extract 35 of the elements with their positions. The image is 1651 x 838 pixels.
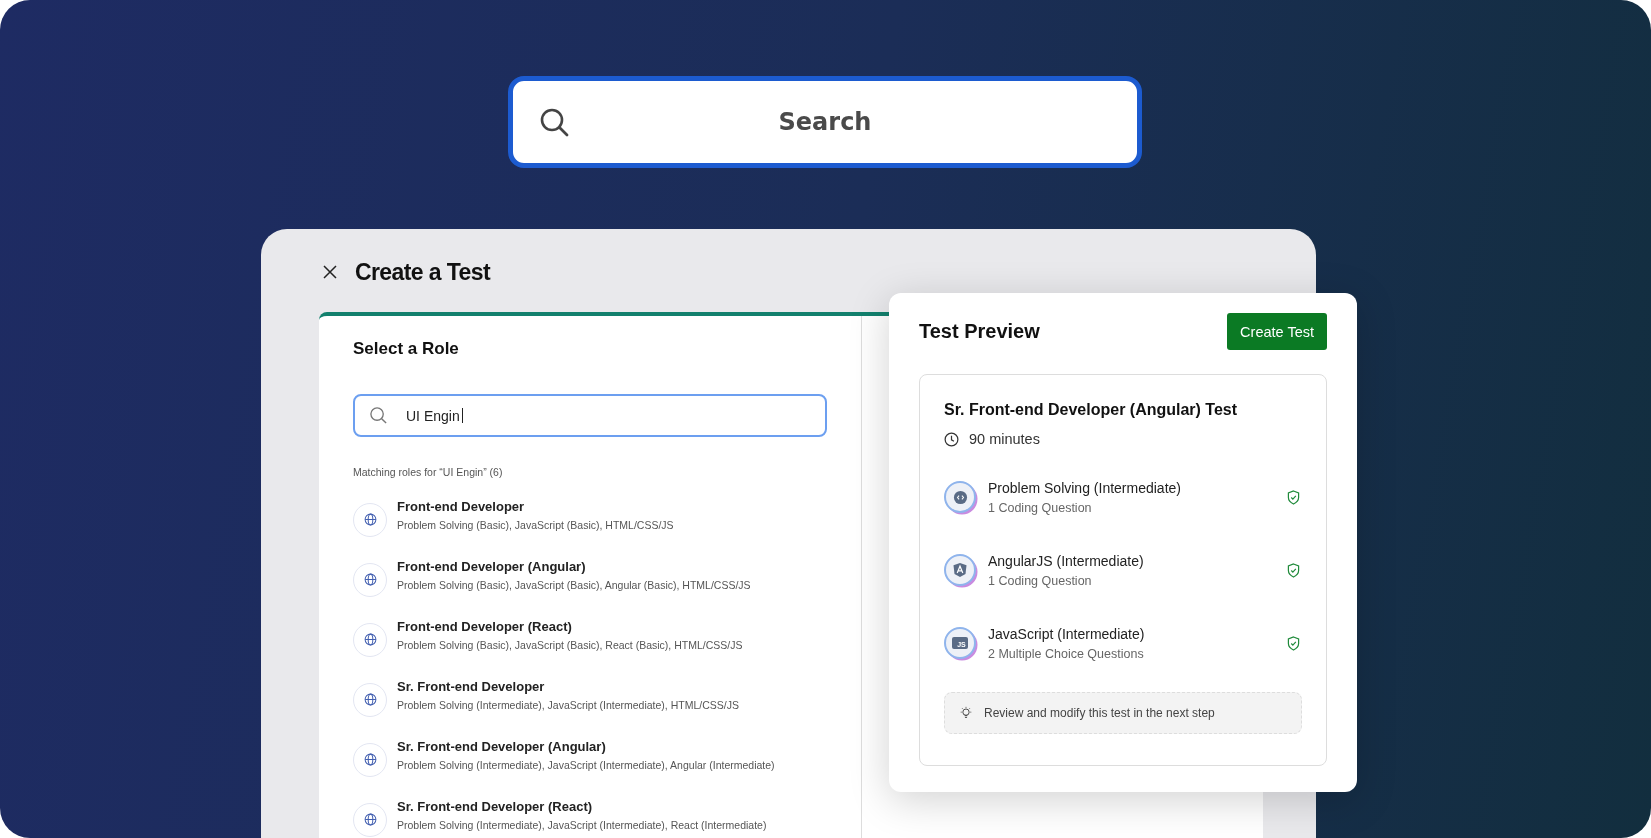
- role-search-field[interactable]: UI Engin: [353, 394, 827, 437]
- role-skills: Problem Solving (Basic), JavaScript (Basic), React (Basic), HTML/CSS/JS: [397, 638, 743, 651]
- modal-title: Create a Test: [355, 258, 490, 286]
- search-field[interactable]: Search: [508, 76, 1142, 168]
- role-title[interactable]: Sr. Front-end Developer (React): [397, 798, 767, 814]
- create-test-button[interactable]: Create Test: [1227, 313, 1327, 350]
- role-title[interactable]: Sr. Front-end Developer: [397, 678, 739, 694]
- preview-title: Test Preview: [919, 320, 1040, 343]
- section-name: AngularJS (Intermediate): [988, 552, 1145, 569]
- role-title[interactable]: Front-end Developer (React): [397, 618, 743, 634]
- section-name: JavaScript (Intermediate): [988, 625, 1146, 642]
- test-name: Sr. Front-end Developer (Angular) Test: [944, 401, 1239, 419]
- role-skills: Problem Solving (Basic), JavaScript (Basic), Angular (Basic), HTML/CSS/JS: [397, 578, 751, 591]
- angular-icon: [944, 554, 976, 586]
- section-name: Problem Solving (Intermediate): [988, 479, 1182, 496]
- section-detail: 1 Coding Question: [988, 500, 1093, 515]
- search-icon: [369, 406, 388, 425]
- role-skills: Problem Solving (Basic), JavaScript (Basic), HTML/CSS/JS: [397, 518, 674, 531]
- role-skills: Problem Solving (Intermediate), JavaScript (Intermediate), HTML/CSS/JS: [397, 698, 739, 711]
- clock-icon: [944, 431, 959, 447]
- section-detail: 1 Coding Question: [988, 573, 1093, 588]
- tip-text: Review and modify this test in the next step: [984, 706, 1215, 720]
- close-icon[interactable]: [323, 265, 337, 279]
- role-title[interactable]: Sr. Front-end Developer (Angular): [397, 738, 775, 754]
- section-detail: 2 Multiple Choice Questions: [988, 646, 1145, 661]
- duration-text: 90 minutes: [969, 431, 1040, 447]
- results-label: Matching roles for “UI Engin” (6): [353, 466, 504, 478]
- search-icon: [538, 106, 570, 138]
- role-skills: Problem Solving (Intermediate), JavaScript (Intermediate), Angular (Intermediate): [397, 758, 775, 771]
- section-heading: Select a Role: [353, 339, 460, 359]
- role-title[interactable]: Front-end Developer: [397, 498, 674, 514]
- lightbulb-icon: [959, 706, 973, 720]
- role-title[interactable]: Front-end Developer (Angular): [397, 558, 751, 574]
- code-icon: [944, 481, 976, 513]
- role-skills: Problem Solving (Intermediate), JavaScript (Intermediate), React (Intermediate): [397, 818, 767, 831]
